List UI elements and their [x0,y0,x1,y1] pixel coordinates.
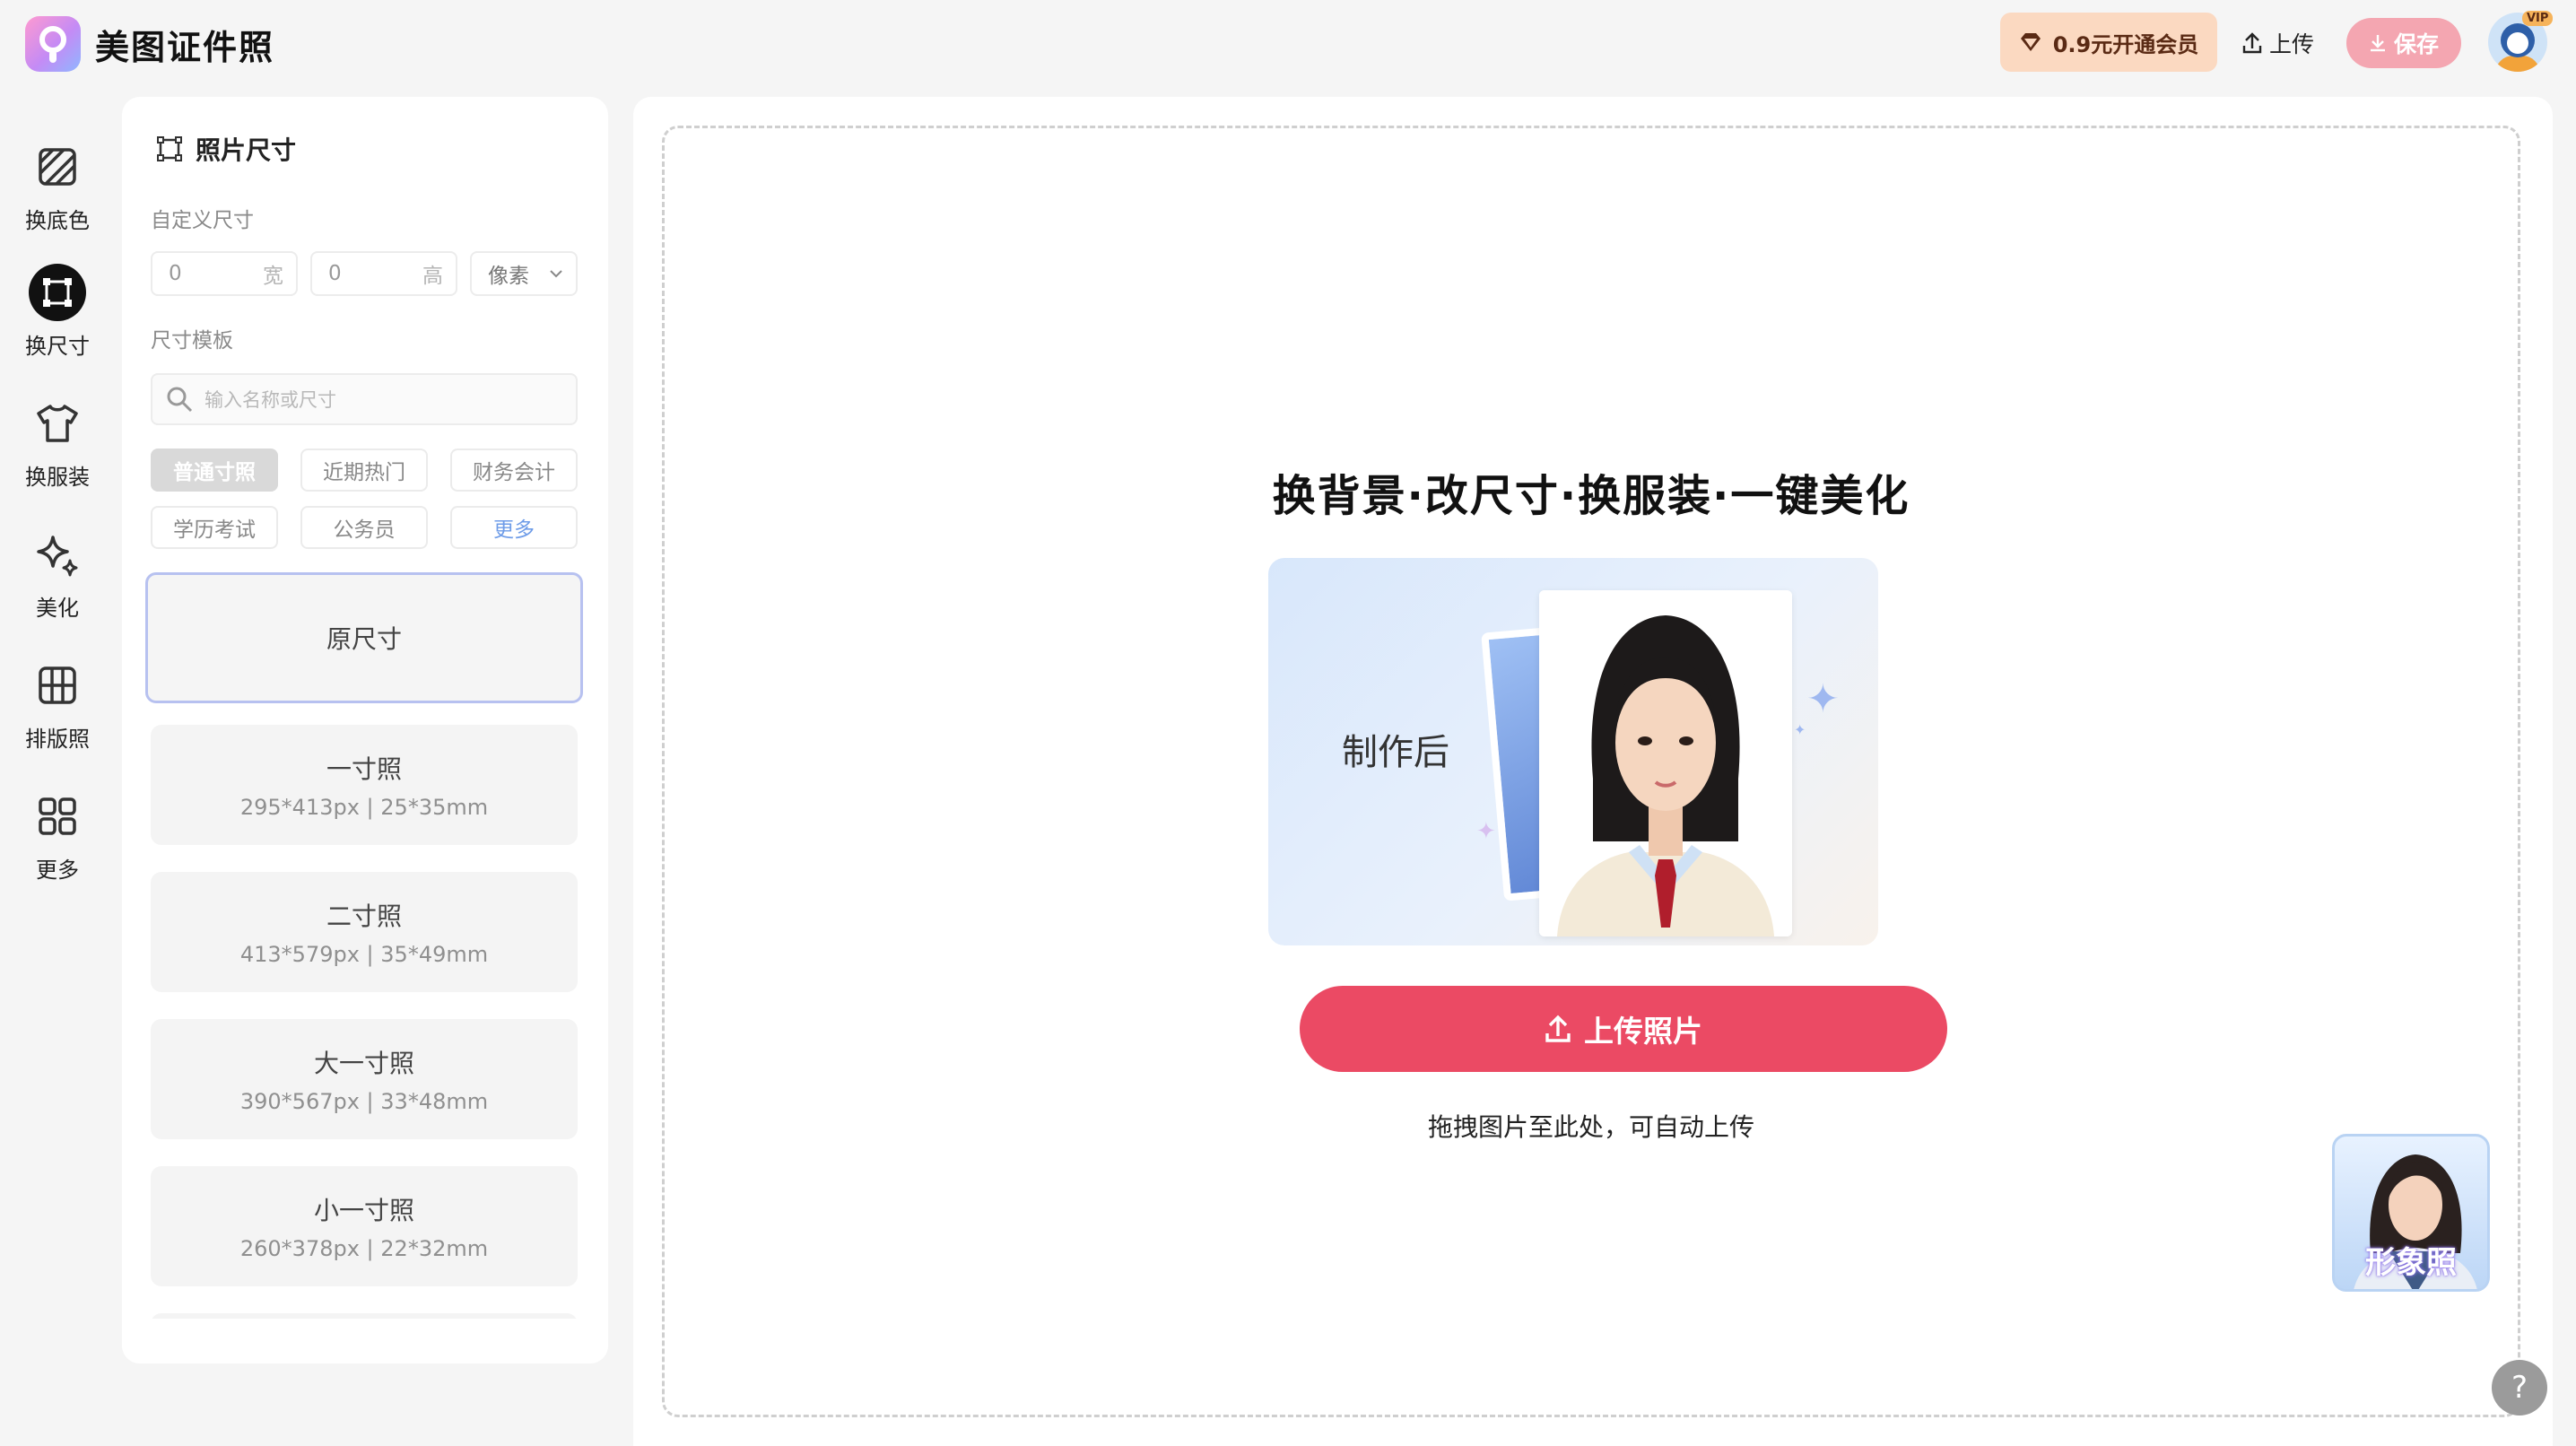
height-unit: 高 [422,265,443,288]
rail-label: 换服装 [25,465,90,490]
shirt-icon [29,395,86,452]
chip-more[interactable]: 更多 [450,506,578,549]
top-header: 美图证件照 0.9元开通会员 上传 保存 VIP [0,0,2576,93]
size-spec: 295*413px | 25*35mm [239,795,489,820]
feature-headline: 换背景·改尺寸·换服装·一键美化 [1272,471,1910,521]
crop-frame-icon [157,136,182,161]
rail-item-resize[interactable]: 换尺寸 [0,264,115,371]
help-button[interactable]: ? [2492,1360,2547,1416]
size-name: 大一寸照 [313,1049,414,1078]
app-logo [25,16,81,72]
panel-title-text: 照片尺寸 [196,135,297,165]
rail-label: 换底色 [25,208,90,233]
vip-membership-button[interactable]: 0.9元开通会员 [2000,13,2217,72]
chip-standard[interactable]: 普通寸照 [151,449,278,492]
height-input[interactable]: 0 高 [310,251,457,296]
rail-label: 排版照 [25,727,90,752]
app-title: 美图证件照 [95,28,275,67]
save-button[interactable]: 保存 [2346,18,2461,68]
size-name: 一寸照 [326,754,402,784]
diamond-icon [2020,33,2041,51]
rail-label: 美化 [36,596,79,621]
chevron-down-icon [550,270,562,278]
search-placeholder: 输入名称或尺寸 [205,389,336,411]
chip-civil-service[interactable]: 公务员 [300,506,428,549]
rail-label: 更多 [36,858,79,883]
rail-item-clothing[interactable]: 换服装 [0,395,115,502]
sparkle-icon: ✦ [1794,721,1806,738]
size-card-original[interactable]: 原尺寸 [145,572,583,703]
download-icon [2370,35,2385,52]
rail-item-more[interactable]: 更多 [0,788,115,895]
size-name: 二寸照 [326,902,402,931]
width-unit: 宽 [263,265,283,288]
sparkle-icon: ✦ [1806,676,1840,722]
upload-label: 上传 [2269,31,2315,57]
chip-finance[interactable]: 财务会计 [450,449,578,492]
template-label: 尺寸模板 [151,329,233,353]
upload-photo-button[interactable]: 上传照片 [1300,986,1947,1072]
size-spec: 260*378px | 22*32mm [239,1236,489,1261]
height-value: 0 [328,262,342,285]
size-spec: 390*567px | 33*48mm [239,1089,489,1114]
header-upload-button[interactable]: 上传 [2242,23,2314,63]
sparkle-icon [29,526,86,583]
tool-rail: 换底色 换尺寸 换服装 美化 排版照 更多 [0,93,115,1446]
sample-id-photo [1539,590,1792,936]
vip-button-label: 0.9元开通会员 [2052,31,2199,57]
preview-banner: 制作后 ✦ ✦ ✦ [1268,558,1878,945]
portrait-promo-card[interactable]: 形象照 [2332,1134,2490,1292]
template-search-input[interactable]: 输入名称或尺寸 [151,373,578,425]
unit-select-value: 像素 [488,265,529,288]
panel-bottom-fade [122,1319,608,1363]
drag-hint-text: 拖拽图片至此处，可自动上传 [1427,1112,1754,1142]
upload-icon [1545,1015,1571,1042]
size-card-small-1inch[interactable]: 小一寸照 260*378px | 22*32mm [151,1166,578,1286]
rail-item-background-color[interactable]: 换底色 [0,138,115,246]
width-input[interactable]: 0 宽 [151,251,298,296]
size-card-2inch[interactable]: 二寸照 413*579px | 35*49mm [151,872,578,992]
size-card-1inch[interactable]: 一寸照 295*413px | 25*35mm [151,725,578,845]
size-panel: 照片尺寸 自定义尺寸 0 宽 0 高 像素 尺寸模板 输入名称或尺寸 普通寸照 … [122,97,608,1363]
upload-icon [2242,32,2262,54]
size-card-large-1inch[interactable]: 大一寸照 390*567px | 33*48mm [151,1019,578,1139]
search-icon [167,387,193,413]
main-canvas: 换背景·改尺寸·换服装·一键美化 制作后 ✦ ✦ ✦ 上传照片 拖拽图片至此处，… [633,97,2553,1446]
upload-dropzone[interactable]: 换背景·改尺寸·换服装·一键美化 制作后 ✦ ✦ ✦ 上传照片 拖拽图片至此处，… [662,126,2520,1417]
upload-button-label: 上传照片 [1584,1014,1702,1049]
chip-popular[interactable]: 近期热门 [300,449,428,492]
unit-select[interactable]: 像素 [470,251,578,296]
preview-after-label: 制作后 [1342,732,1449,773]
apps-icon [29,788,86,845]
rail-item-layout[interactable]: 排版照 [0,657,115,764]
promo-label: 形象照 [2365,1245,2457,1281]
custom-size-label: 自定义尺寸 [151,209,254,232]
rail-item-beautify[interactable]: 美化 [0,526,115,633]
width-value: 0 [169,262,182,285]
size-name: 原尺寸 [326,624,402,654]
vip-badge: VIP [2522,11,2554,26]
size-spec: 413*579px | 35*49mm [239,942,489,967]
size-name: 小一寸照 [313,1196,414,1225]
background-color-icon [29,138,86,196]
rail-label: 换尺寸 [25,334,90,359]
grid-layout-icon [29,657,86,714]
resize-icon [29,264,86,321]
save-label: 保存 [2393,31,2439,57]
sparkle-icon: ✦ [1476,818,1496,845]
panel-title: 照片尺寸 [156,131,296,167]
chip-education[interactable]: 学历考试 [151,506,278,549]
